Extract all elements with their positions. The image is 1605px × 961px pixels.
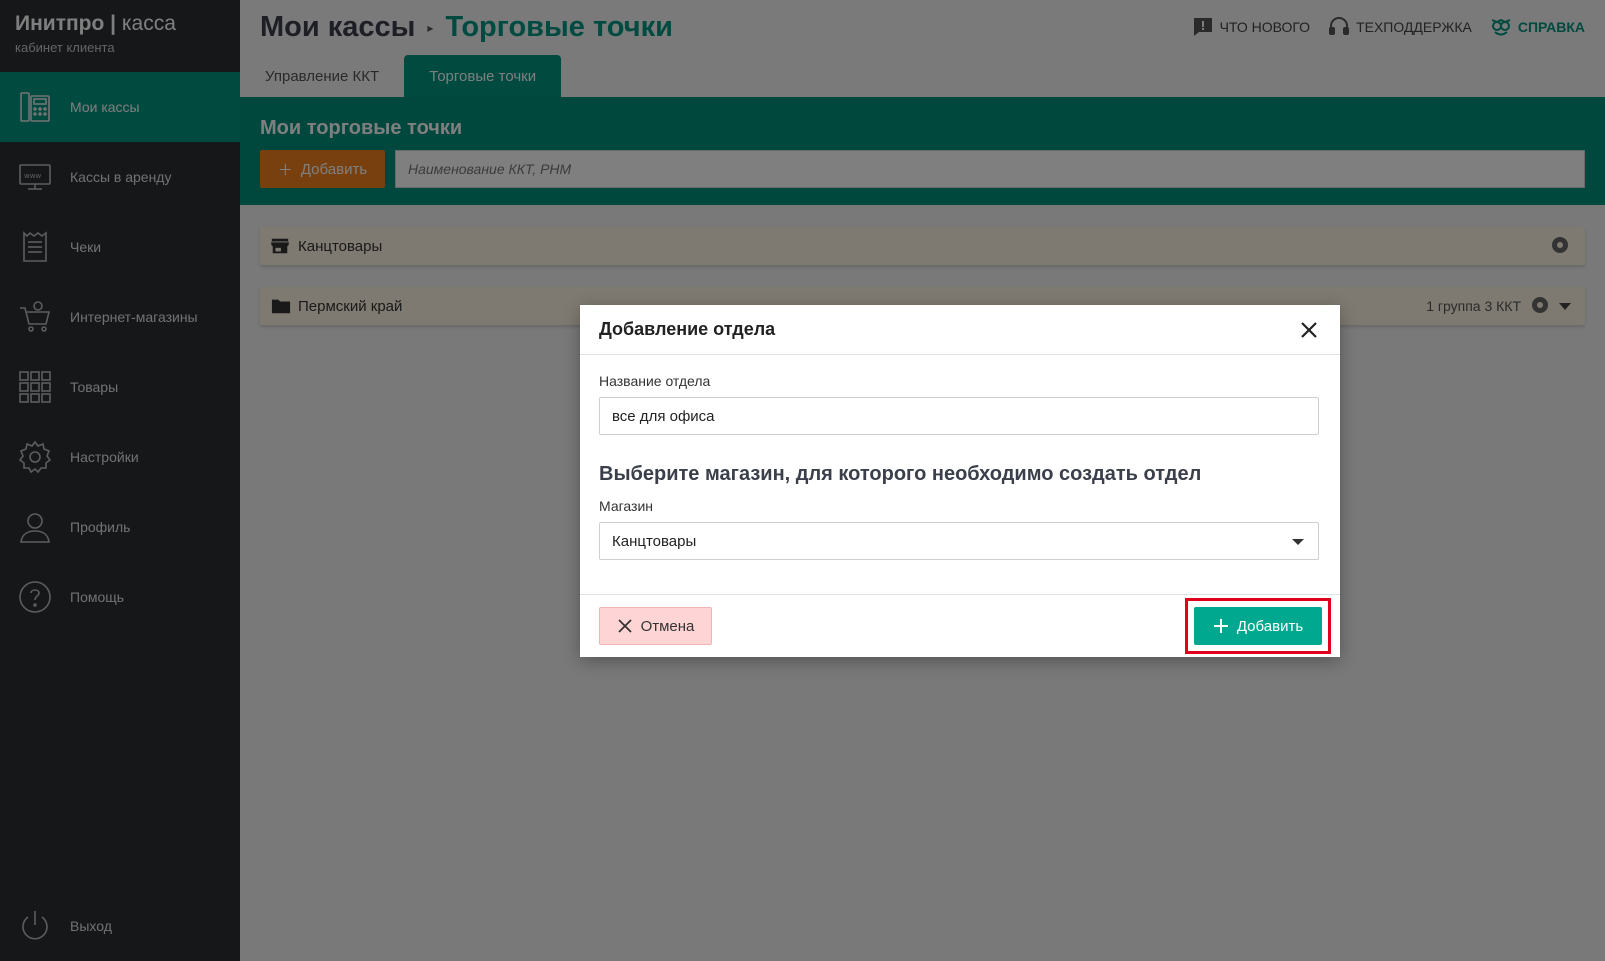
- close-icon: [617, 619, 632, 633]
- modal-title: Добавление отдела: [599, 319, 776, 339]
- chevron-down-icon: [1292, 539, 1304, 545]
- add-department-modal: Добавление отдела Название отдела все дл…: [580, 305, 1340, 657]
- shop-select[interactable]: Канцтовары: [599, 522, 1319, 560]
- cancel-button[interactable]: Отмена: [599, 607, 712, 645]
- add-department-button[interactable]: Добавить: [1194, 607, 1322, 645]
- plus-icon: [1213, 619, 1228, 633]
- department-name-label: Название отдела: [599, 373, 711, 389]
- department-name-input[interactable]: все для офиса: [599, 397, 1319, 435]
- highlight-box: Добавить: [1185, 598, 1331, 654]
- shop-section-title: Выберите магазин, для которого необходим…: [599, 463, 1202, 485]
- close-icon[interactable]: [1297, 318, 1321, 342]
- shop-label: Магазин: [599, 498, 654, 514]
- shop-select-value: Канцтовары: [612, 532, 697, 550]
